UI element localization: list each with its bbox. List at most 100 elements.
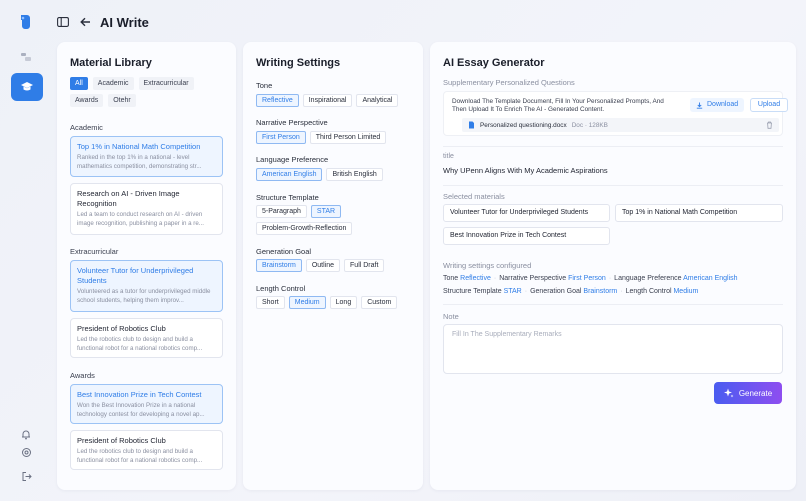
upload-button[interactable]: Upload	[750, 98, 788, 112]
chip-outline[interactable]: Outline	[305, 259, 341, 272]
divider	[443, 185, 783, 186]
chip-inspirational[interactable]: Inspirational	[302, 94, 353, 107]
chat-icon[interactable]	[19, 50, 33, 64]
goal-label: Generation Goal	[256, 247, 312, 256]
card-desc: Led the robotics club to design and buil…	[77, 448, 203, 464]
chip-third-person-limited[interactable]: Third Person Limited	[309, 131, 387, 144]
logout-icon[interactable]	[19, 469, 33, 483]
card-title: President of Robotics Club	[77, 436, 166, 445]
divider	[443, 304, 783, 305]
file-name: Personalized questioning.docx	[480, 121, 567, 129]
download-label: Download	[707, 101, 739, 108]
chip-american-english[interactable]: American English	[256, 168, 323, 181]
settings-icon[interactable]	[19, 445, 33, 459]
delete-file-icon[interactable]	[766, 121, 773, 129]
selected-material-chip[interactable]: Best Innovation Prize in Tech Contest	[443, 227, 610, 245]
uploaded-file-row: Personalized questioning.docx Doc · 128K…	[462, 118, 779, 132]
chip-star[interactable]: STAR	[310, 205, 342, 218]
tone-label: Tone	[256, 81, 273, 90]
section-label-extracurricular: Extracurricular	[70, 247, 119, 256]
questions-instructions: Download The Template Document, Fill In …	[452, 98, 664, 113]
chip-short[interactable]: Short	[256, 296, 285, 309]
cfg-key: Length Control	[625, 288, 672, 295]
material-card[interactable]: Top 1% in National Math Competition Rank…	[70, 136, 223, 177]
card-title: Volunteer Tutor for Underprivileged Stud…	[77, 266, 194, 285]
configured-line-2: Structure Template STAR · Generation Goal …	[443, 288, 699, 295]
cfg-key: Language Preference	[614, 275, 682, 282]
chip-reflective[interactable]: Reflective	[256, 94, 299, 107]
language-label: Language Preference	[256, 155, 329, 164]
structure-label: Structure Template	[256, 193, 319, 202]
note-label: Note	[443, 312, 459, 321]
goal-options: Brainstorm Outline Full Draft	[256, 259, 416, 272]
chip-custom[interactable]: Custom	[361, 296, 398, 309]
card-desc: Led the robotics club to design and buil…	[77, 336, 203, 352]
chip-brainstorm[interactable]: Brainstorm	[256, 259, 302, 272]
note-input[interactable]: Fill In The Supplementary Remarks	[443, 324, 783, 374]
material-card[interactable]: Best Innovation Prize in Tech Contest Wo…	[70, 384, 223, 424]
card-desc: Won the Best Innovation Prize in a natio…	[77, 402, 205, 418]
chip-analytical[interactable]: Analytical	[356, 94, 399, 107]
tab-academic[interactable]: Academic	[92, 77, 134, 90]
material-library-panel: Material Library All Academic Extracurri…	[57, 42, 236, 490]
tab-awards[interactable]: Awards	[70, 94, 104, 107]
cfg-value: Reflective	[460, 275, 491, 282]
length-label: Length Control	[256, 284, 306, 293]
document-icon	[469, 121, 474, 129]
cfg-value: STAR	[503, 288, 522, 295]
divider	[443, 146, 783, 147]
card-title: Top 1% in National Math Competition	[77, 142, 201, 151]
length-options: Short Medium Long Custom	[256, 296, 416, 309]
card-title: President of Robotics Club	[77, 324, 166, 333]
chip-medium[interactable]: Medium	[288, 296, 326, 309]
chip-long[interactable]: Long	[329, 296, 358, 309]
chip-british-english[interactable]: British English	[326, 168, 383, 181]
generator-title: AI Essay Generator	[443, 57, 545, 69]
writing-settings-panel: Writing Settings Tone Reflective Inspira…	[243, 42, 423, 490]
library-tabs: All Academic Extracurricular Awards Oteh…	[70, 77, 230, 107]
essay-generator-panel: AI Essay Generator Supplementary Persona…	[430, 42, 796, 490]
generate-button[interactable]: Generate	[714, 382, 782, 404]
chip-first-person[interactable]: First Person	[256, 131, 306, 144]
sparkle-icon	[723, 388, 734, 398]
chip-problem-growth-reflection[interactable]: Problem-Growth-Reflection	[256, 222, 353, 235]
bell-icon[interactable]	[19, 427, 33, 441]
nav-graduation-cap[interactable]	[11, 73, 43, 101]
settings-title: Writing Settings	[256, 57, 341, 69]
selected-material-chip[interactable]: Top 1% in National Math Competition	[615, 204, 783, 222]
cfg-key: Generation Goal	[530, 288, 582, 295]
chip-5-paragraph[interactable]: 5-Paragraph	[256, 205, 307, 218]
left-rail	[0, 0, 50, 501]
cfg-key: Tone	[443, 275, 459, 282]
app-logo-icon	[21, 15, 30, 29]
sidebar-toggle-icon[interactable]	[56, 15, 70, 29]
selected-material-chip[interactable]: Volunteer Tutor for Underprivileged Stud…	[443, 204, 610, 222]
tab-all[interactable]: All	[70, 77, 88, 90]
configured-line-1: Tone Reflective · Narrative Perspective Fi…	[443, 275, 738, 282]
structure-options: 5-Paragraph STAR Problem-Growth-Reflecti…	[256, 205, 406, 235]
file-size: Doc · 128KB	[571, 121, 608, 129]
tab-extracurricular[interactable]: Extracurricular	[138, 77, 194, 90]
tone-options: Reflective Inspirational Analytical	[256, 94, 416, 107]
library-title: Material Library	[70, 57, 152, 69]
back-arrow-icon[interactable]	[78, 15, 92, 29]
download-button[interactable]: Download	[690, 98, 745, 112]
cfg-value: Brainstorm	[583, 288, 618, 295]
tab-other[interactable]: Otehr	[108, 94, 136, 107]
material-card[interactable]: President of Robotics Club Led the robot…	[70, 430, 223, 470]
material-card[interactable]: Research on AI - Driven Image Recognitio…	[70, 183, 223, 235]
perspective-label: Narrative Perspective	[256, 118, 328, 127]
material-card[interactable]: Volunteer Tutor for Underprivileged Stud…	[70, 260, 223, 312]
title-label: title	[443, 153, 454, 160]
section-label-academic: Academic	[70, 123, 103, 132]
questions-box: Download The Template Document, Fill In …	[443, 91, 788, 136]
chip-full-draft[interactable]: Full Draft	[344, 259, 385, 272]
perspective-options: First Person Third Person Limited	[256, 131, 416, 144]
cfg-value: American English	[683, 275, 738, 282]
card-desc: Led a team to conduct research on AI - d…	[77, 211, 204, 227]
section-label-awards: Awards	[70, 371, 95, 380]
essay-title[interactable]: Why UPenn Aligns With My Academic Aspira…	[443, 166, 608, 175]
card-title: Research on AI - Driven Image Recognitio…	[77, 189, 180, 208]
material-card[interactable]: President of Robotics Club Led the robot…	[70, 318, 223, 358]
page-header: AI Write	[56, 13, 149, 31]
